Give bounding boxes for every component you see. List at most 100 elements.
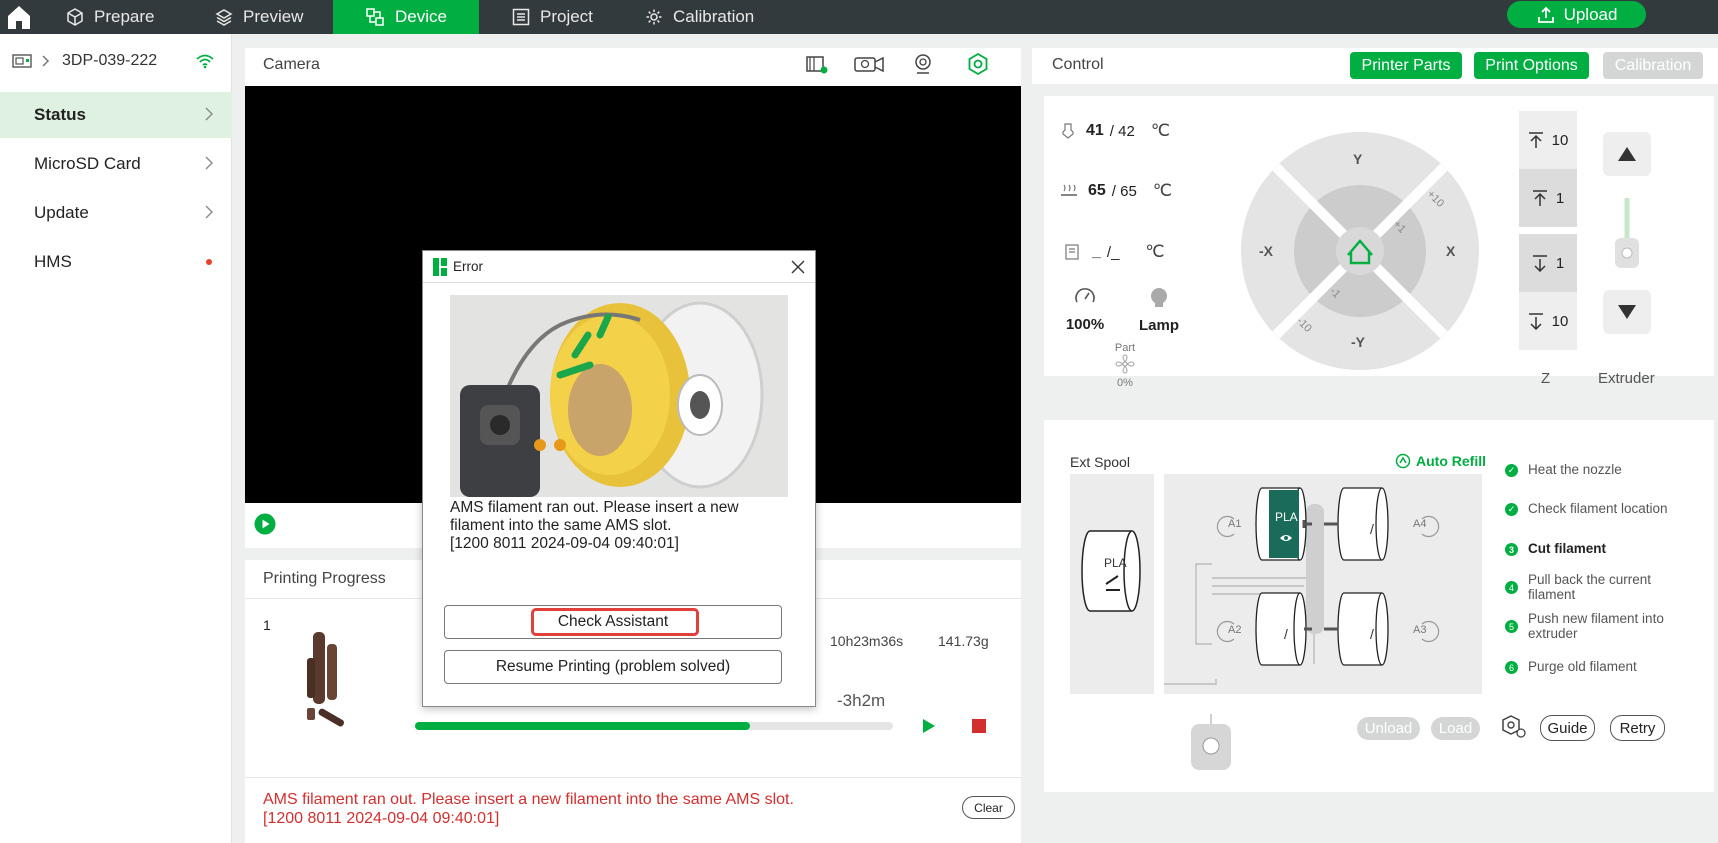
chevron-right-icon xyxy=(205,205,213,219)
sidebar-item-microsd[interactable]: MicroSD Card xyxy=(0,141,232,187)
z-down-10-button[interactable]: 10 xyxy=(1519,292,1577,350)
dialog-title: Error xyxy=(453,259,483,274)
list-icon xyxy=(512,8,530,26)
device-icon xyxy=(366,8,384,26)
check-assistant-button[interactable]: Check Assistant xyxy=(444,605,782,639)
extruder-up-button[interactable] xyxy=(1603,132,1651,176)
step-push-new: 5 Push new filament into extruder xyxy=(1505,611,1695,641)
unload-button[interactable]: Unload xyxy=(1357,717,1420,740)
z-up-1-button[interactable]: 1 xyxy=(1519,169,1577,227)
slot-a2-label[interactable]: A2 xyxy=(1228,624,1241,636)
play-icon[interactable] xyxy=(254,513,276,535)
tab-device[interactable]: Device xyxy=(333,0,479,34)
lamp-icon xyxy=(1151,288,1167,307)
camera-title: Camera xyxy=(263,56,320,73)
camera-settings-icon[interactable] xyxy=(966,52,990,76)
fan-icon xyxy=(1115,354,1135,374)
upload-button[interactable]: Upload xyxy=(1507,1,1646,28)
guide-button[interactable]: Guide xyxy=(1540,715,1595,741)
stop-icon[interactable] xyxy=(971,718,987,734)
chamber-icon xyxy=(1065,244,1079,260)
toolhead-icon xyxy=(1191,714,1231,770)
triangle-up-icon xyxy=(1618,147,1636,161)
step-check-location: ✓ Check filament location xyxy=(1505,501,1695,516)
bed-temperature[interactable]: 65/ 65 ℃ xyxy=(1060,181,1172,201)
load-button[interactable]: Load xyxy=(1431,717,1480,740)
speed-control[interactable]: 100% xyxy=(1064,287,1106,333)
error-dialog: Error AMS filament ran out. Please inser… xyxy=(422,250,816,707)
step-cut-filament: 3 Cut filament xyxy=(1505,541,1695,556)
clear-button[interactable]: Clear xyxy=(962,796,1015,819)
chamber-temperature[interactable]: _/_ ℃ xyxy=(1064,242,1165,262)
sidebar-item-status[interactable]: Status xyxy=(0,92,232,138)
speedometer-icon xyxy=(1075,288,1095,303)
step-heat-nozzle: ✓ Heat the nozzle xyxy=(1505,462,1695,477)
chevron-right-icon xyxy=(205,107,213,121)
device-name: 3DP-039-222 xyxy=(62,52,158,69)
z-down-1-button[interactable]: 1 xyxy=(1519,234,1577,292)
tab-project[interactable]: Project xyxy=(512,0,612,34)
divider xyxy=(245,777,1021,778)
eye-icon xyxy=(1280,535,1292,541)
tab-preview[interactable]: Preview xyxy=(215,0,315,34)
ams-settings-icon[interactable] xyxy=(1500,714,1528,740)
sidebar-item-update[interactable]: Update xyxy=(0,190,232,236)
recording-icon[interactable] xyxy=(805,53,829,75)
refill-icon xyxy=(1395,453,1411,469)
lamp-control[interactable]: Lamp xyxy=(1137,287,1181,334)
tab-calibration[interactable]: Calibration xyxy=(645,0,785,34)
jog-y-minus[interactable]: -Y xyxy=(1351,334,1365,350)
filament-weight: 141.73g xyxy=(938,633,989,649)
cube-icon xyxy=(67,8,83,26)
jog-y-plus[interactable]: Y xyxy=(1353,151,1362,167)
extruder-label: Extruder xyxy=(1598,370,1655,387)
jog-x-minus[interactable]: -X xyxy=(1259,243,1273,259)
ams-spools-illustration xyxy=(1164,487,1440,685)
estimated-time: 10h23m36s xyxy=(830,633,904,649)
jog-x-plus[interactable]: X xyxy=(1446,243,1455,259)
print-options-button[interactable]: Print Options xyxy=(1474,52,1589,79)
device-selector[interactable]: 3DP-039-222 xyxy=(12,52,215,70)
chevron-right-icon xyxy=(205,156,213,170)
nozzle-icon xyxy=(1062,123,1074,139)
device-sidebar: 3DP-039-222 Status MicroSD Card Update H… xyxy=(0,34,232,843)
slot-a3-filament[interactable]: / xyxy=(1370,626,1374,642)
slot-a1-filament[interactable]: PLA xyxy=(1275,510,1298,524)
alert-dot xyxy=(206,259,212,265)
dialog-titlebar: Error xyxy=(423,251,815,283)
step-purge: 6 Purge old filament xyxy=(1505,659,1695,674)
arrow-down-icon xyxy=(1532,255,1547,272)
webcam-icon[interactable] xyxy=(912,53,934,75)
auto-refill-link[interactable]: Auto Refill xyxy=(1395,453,1486,469)
home-icon[interactable] xyxy=(4,2,34,32)
arrow-up-icon xyxy=(1528,132,1543,148)
ext-spool-icon xyxy=(1081,530,1141,612)
resume-icon[interactable] xyxy=(921,717,937,735)
nozzle-temperature[interactable]: 41/ 42 ℃ xyxy=(1060,121,1170,141)
close-icon[interactable] xyxy=(791,260,805,274)
timelapse-icon[interactable] xyxy=(853,53,885,75)
extruder-down-button[interactable] xyxy=(1603,290,1651,334)
slot-a4-filament[interactable]: / xyxy=(1370,521,1374,537)
heatbed-icon xyxy=(1061,184,1077,196)
part-fan-control[interactable]: Part 0% xyxy=(1110,342,1140,389)
slot-a2-filament[interactable]: / xyxy=(1284,626,1288,642)
printer-parts-button[interactable]: Printer Parts xyxy=(1350,52,1462,79)
app-logo-icon xyxy=(433,257,447,276)
remaining-time: -3h2m xyxy=(837,691,886,710)
arrow-up-icon xyxy=(1532,190,1547,206)
z-label: Z xyxy=(1541,370,1551,387)
sidebar-item-hms[interactable]: HMS xyxy=(0,239,232,285)
control-title: Control xyxy=(1052,56,1104,73)
calibration-button[interactable]: Calibration xyxy=(1603,52,1703,79)
retry-button[interactable]: Retry xyxy=(1610,715,1665,741)
slot-a3-label[interactable]: A3 xyxy=(1413,624,1426,636)
slot-a1-label[interactable]: A1 xyxy=(1228,518,1241,530)
ext-spool-label: Ext Spool xyxy=(1070,454,1130,470)
ext-spool-filament: PLA xyxy=(1104,556,1127,570)
extruder-illustration xyxy=(1615,198,1639,268)
slot-a4-label[interactable]: A4 xyxy=(1413,518,1426,530)
z-up-10-button[interactable]: 10 xyxy=(1519,111,1577,169)
resume-printing-button[interactable]: Resume Printing (problem solved) xyxy=(444,650,782,684)
tab-prepare[interactable]: Prepare xyxy=(66,0,166,34)
